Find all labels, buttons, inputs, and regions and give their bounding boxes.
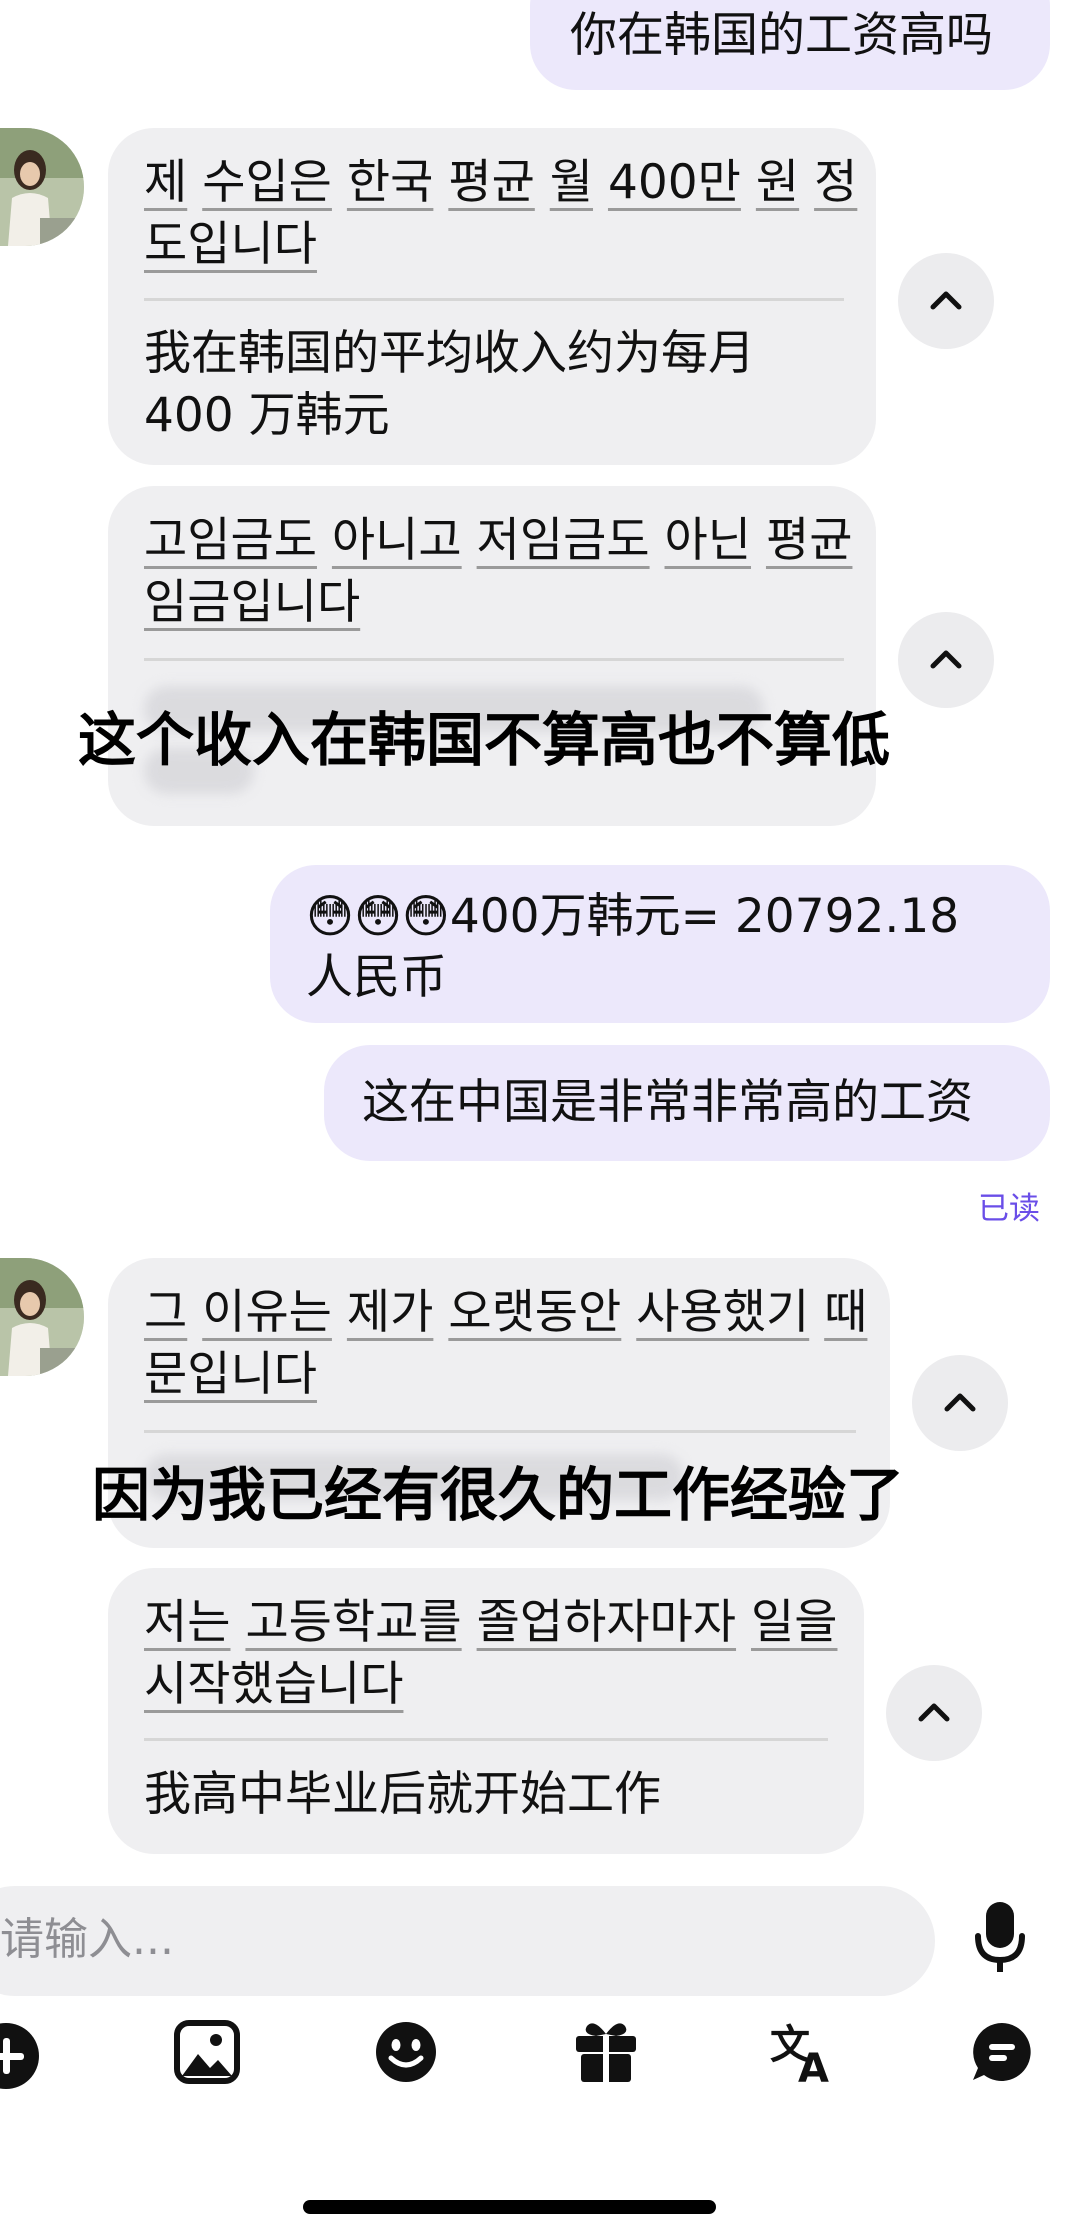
word[interactable]: 시작했습니다 xyxy=(144,1657,403,1712)
input-placeholder: 请输入... xyxy=(0,1914,174,1965)
received-message-bubble[interactable]: 고임금도 아니고 저임금도 아닌 평균 임금입니다 xyxy=(108,486,876,826)
word[interactable]: 평균 xyxy=(448,155,534,210)
video-caption: 因为我已经有很久的工作经验了 xyxy=(92,1461,905,1529)
gift-icon[interactable] xyxy=(574,2018,638,2088)
video-caption: 这个收入在韩国不算高也不算低 xyxy=(78,706,891,774)
divider xyxy=(144,298,844,301)
korean-text-line2: 시작했습니다 xyxy=(144,1654,403,1716)
word[interactable]: 고임금도 xyxy=(144,513,317,568)
sent-message-bubble[interactable]: 😳😳😳400万韩元= 20792.18 人民币 xyxy=(270,865,1050,1023)
message-input[interactable]: 请输入... xyxy=(0,1886,935,1996)
word[interactable]: 사용했기 xyxy=(636,1285,809,1340)
word[interactable]: 이유는 xyxy=(202,1285,332,1340)
contact-avatar[interactable] xyxy=(0,1258,84,1376)
word[interactable]: 한국 xyxy=(347,155,433,210)
chevron-up-icon xyxy=(930,291,962,310)
word[interactable]: 아닌 xyxy=(665,513,751,568)
translate-icon[interactable]: 文 A xyxy=(770,2018,840,2092)
emoji-icon[interactable] xyxy=(374,2020,438,2088)
message-text: 这在中国是非常非常高的工资 xyxy=(362,1075,973,1130)
word[interactable]: 졸업하자마자 xyxy=(477,1595,736,1650)
translation-text: 我高中毕业后就开始工作 xyxy=(144,1767,661,1822)
korean-text: 그 이유는 제가 오랫동안 사용했기 때 xyxy=(144,1282,867,1344)
chat-icon[interactable] xyxy=(970,2020,1034,2088)
korean-text-line2: 임금입니다 xyxy=(144,572,360,634)
message-text: 你在韩国的工资高吗 xyxy=(570,8,993,63)
translation-text: 400 万韩元 xyxy=(144,388,390,443)
korean-text: 고임금도 아니고 저임금도 아닌 평균 xyxy=(144,510,852,572)
word[interactable]: 고등학교를 xyxy=(245,1595,461,1650)
divider xyxy=(144,658,844,661)
word[interactable]: 월 xyxy=(550,155,593,210)
word[interactable]: 임금입니다 xyxy=(144,575,360,630)
word[interactable]: 제 xyxy=(144,155,187,210)
chevron-up-icon xyxy=(918,1703,950,1722)
word[interactable]: 저는 xyxy=(144,1595,230,1650)
divider xyxy=(144,1430,856,1433)
word[interactable]: 아니고 xyxy=(332,513,462,568)
message-text: 😳😳😳400万韩元= 20792.18 xyxy=(306,889,960,944)
korean-text-line2: 문입니다 xyxy=(144,1344,317,1406)
collapse-translation-button[interactable] xyxy=(898,253,994,349)
word[interactable]: 그 xyxy=(144,1285,187,1340)
word[interactable]: 문입니다 xyxy=(144,1347,317,1402)
word[interactable]: 때 xyxy=(824,1285,867,1340)
home-indicator[interactable] xyxy=(303,2200,716,2214)
word[interactable]: 저임금도 xyxy=(477,513,650,568)
contact-avatar[interactable] xyxy=(0,128,84,246)
word[interactable]: 제가 xyxy=(347,1285,433,1340)
word[interactable]: 400만 xyxy=(608,155,741,210)
word[interactable]: 수입은 xyxy=(202,155,332,210)
korean-text-line2: 도입니다 xyxy=(144,214,317,276)
word[interactable]: 원 xyxy=(756,155,799,210)
collapse-translation-button[interactable] xyxy=(886,1665,982,1761)
word[interactable]: 일을 xyxy=(751,1595,837,1650)
sent-message-bubble[interactable]: 这在中国是非常非常高的工资 xyxy=(324,1045,1050,1161)
korean-text: 제 수입은 한국 평균 월 400만 원 정 xyxy=(144,152,857,214)
received-message-bubble[interactable]: 제 수입은 한국 평균 월 400만 원 정 도입니다 我在韩国的平均收入约为每… xyxy=(108,128,876,465)
microphone-icon[interactable] xyxy=(970,1898,1030,1982)
emoji-flushed: 😳😳😳 xyxy=(306,889,450,943)
word[interactable]: 정 xyxy=(814,155,857,210)
svg-text:A: A xyxy=(798,2046,829,2084)
message-text-line2: 人民币 xyxy=(306,950,447,1005)
chevron-up-icon xyxy=(930,650,962,669)
word[interactable]: 오랫동안 xyxy=(448,1285,621,1340)
word[interactable]: 도입니다 xyxy=(144,217,317,272)
collapse-translation-button[interactable] xyxy=(898,612,994,708)
collapse-translation-button[interactable] xyxy=(912,1355,1008,1451)
divider xyxy=(144,1738,828,1741)
plus-icon[interactable] xyxy=(0,2020,42,2096)
image-icon[interactable] xyxy=(174,2020,240,2088)
korean-text: 저는 고등학교를 졸업하자마자 일을 xyxy=(144,1592,837,1654)
received-message-bubble[interactable]: 저는 고등학교를 졸업하자마자 일을 시작했습니다 我高中毕业后就开始工作 xyxy=(108,1568,864,1854)
sent-message-bubble[interactable]: 你在韩国的工资高吗 xyxy=(530,0,1050,90)
word[interactable]: 평균 xyxy=(766,513,852,568)
chevron-up-icon xyxy=(944,1393,976,1412)
read-status: 已读 xyxy=(978,1191,1040,1227)
translation-text: 我在韩国的平均收入约为每月 xyxy=(144,326,755,381)
